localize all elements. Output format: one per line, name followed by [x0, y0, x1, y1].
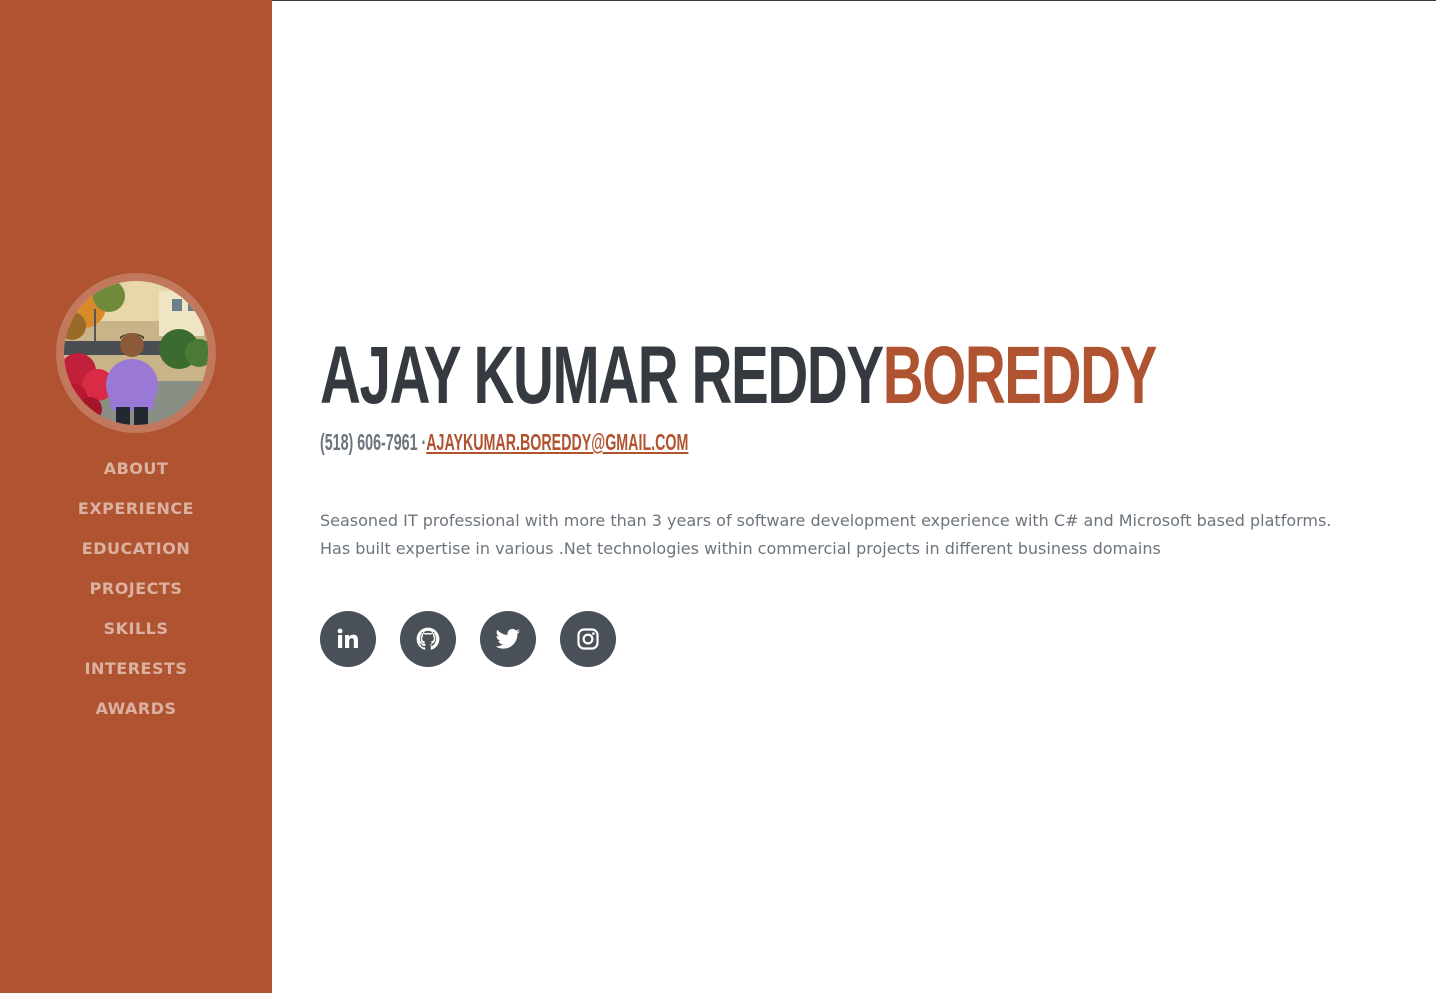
nav-item-about[interactable]: ABOUT: [0, 456, 272, 496]
nav-item-interests[interactable]: INTERESTS: [0, 656, 272, 696]
social-icons: [320, 611, 640, 667]
linkedin-button[interactable]: [320, 611, 376, 667]
twitter-button[interactable]: [480, 611, 536, 667]
about-section: AJAY KUMAR REDDYBOREDDY (518) 606-7961 ·…: [320, 0, 1410, 993]
github-button[interactable]: [400, 611, 456, 667]
page-title: AJAY KUMAR REDDYBOREDDY: [320, 334, 1157, 418]
nav-item-awards[interactable]: AWARDS: [0, 696, 272, 736]
sidebar: ABOUT EXPERIENCE EDUCATION PROJECTS SKIL…: [0, 0, 272, 993]
last-name: BOREDDY: [882, 330, 1158, 421]
nav-item-education[interactable]: EDUCATION: [0, 536, 272, 576]
nav-item-experience[interactable]: EXPERIENCE: [0, 496, 272, 536]
nav-item-skills[interactable]: SKILLS: [0, 616, 272, 656]
email-link[interactable]: AJAYKUMAR.BOREDDY@GMAIL.COM: [426, 429, 688, 455]
profile-photo-frame[interactable]: [56, 273, 216, 433]
linkedin-icon: [337, 628, 358, 648]
summary-line-1: Seasoned IT professional with more than …: [320, 511, 1332, 530]
sidebar-nav: ABOUT EXPERIENCE EDUCATION PROJECTS SKIL…: [0, 456, 272, 736]
twitter-icon: [495, 628, 520, 649]
profile-photo: [64, 281, 208, 425]
summary-line-2: Has built expertise in various .Net tech…: [320, 539, 1161, 558]
summary-text: Seasoned IT professional with more than …: [320, 507, 1420, 563]
phone-number: (518) 606-7961 ·: [320, 429, 427, 455]
instagram-button[interactable]: [560, 611, 616, 667]
instagram-icon: [577, 628, 599, 650]
first-name: AJAY KUMAR REDDY: [320, 330, 884, 421]
github-icon: [416, 627, 440, 650]
nav-item-projects[interactable]: PROJECTS: [0, 576, 272, 616]
contact-line: (518) 606-7961 ·AJAYKUMAR.BOREDDY@GMAIL.…: [320, 428, 688, 456]
